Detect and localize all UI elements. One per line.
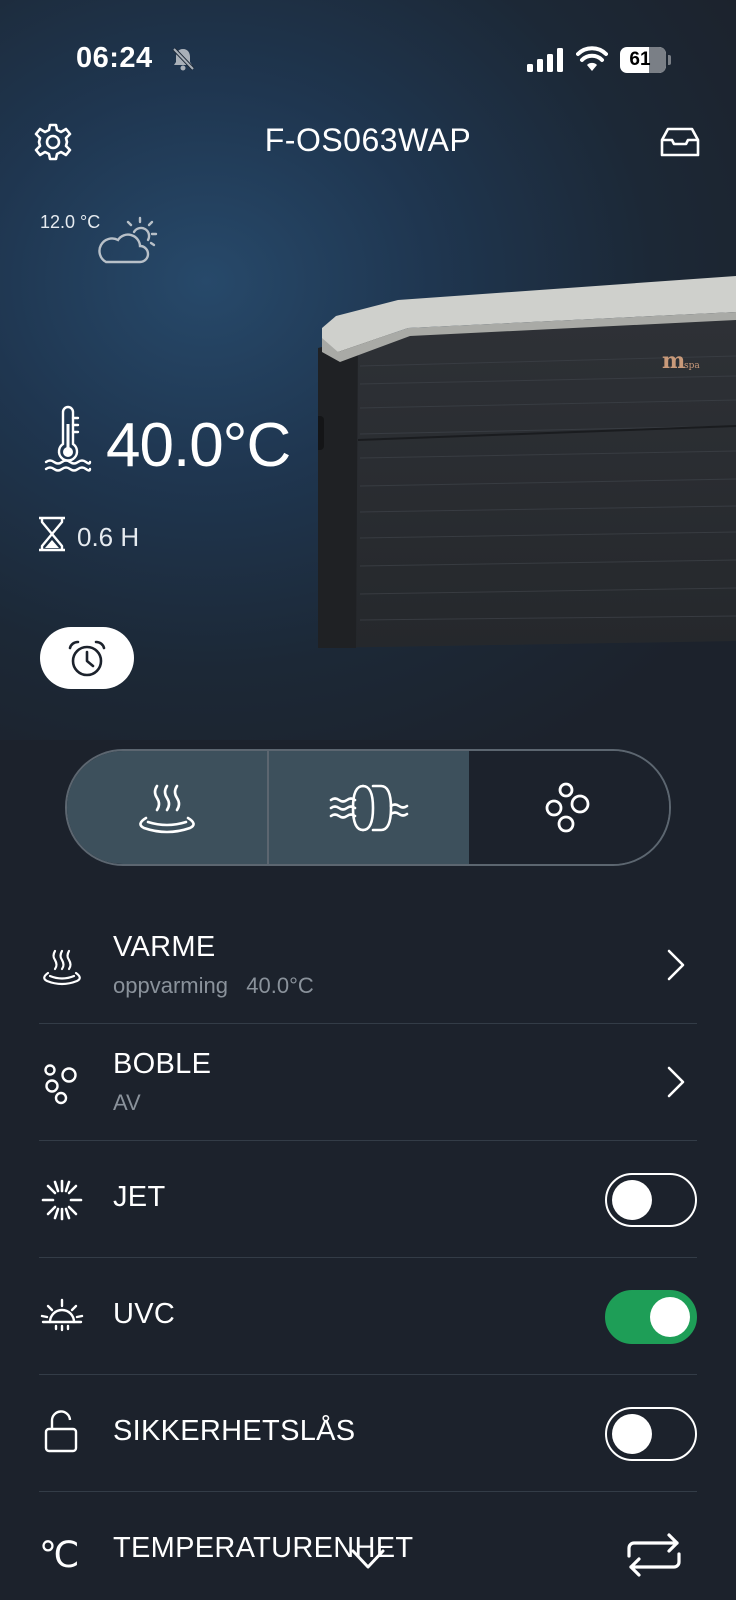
hero-section: 06:24 61 F-OS063WAP 12.0 °C 40.0°C 0.6 H… <box>0 0 736 740</box>
heat-icon <box>43 949 81 986</box>
lock-toggle[interactable] <box>605 1407 697 1461</box>
swap-units-icon[interactable] <box>621 1532 687 1578</box>
mode-bubble-button[interactable] <box>469 751 669 864</box>
list-item-lock: SIKKERHETSLÅS <box>39 1375 697 1492</box>
current-temperature: 40.0°C <box>106 411 291 480</box>
heat-icon <box>139 784 195 833</box>
list-item-jet: JET <box>39 1141 697 1258</box>
svg-text:spa: spa <box>684 361 700 371</box>
heat-label: VARME <box>113 931 216 963</box>
weather-temperature: 12.0 °C <box>40 212 101 232</box>
device-title: F-OS063WAP <box>264 122 472 158</box>
bubble-label: BOBLE <box>113 1048 212 1080</box>
chevron-right-icon[interactable] <box>665 1064 687 1100</box>
bubble-icon <box>44 1064 77 1105</box>
mode-selector <box>65 749 671 866</box>
celsius-icon: ℃ <box>39 1534 80 1575</box>
chevron-down-icon[interactable] <box>350 1543 386 1573</box>
jet-label: JET <box>113 1181 166 1213</box>
uvc-toggle[interactable] <box>605 1290 697 1344</box>
signal-icon <box>527 48 563 72</box>
mode-filter-button[interactable] <box>267 751 469 864</box>
settings-gear-icon[interactable] <box>33 122 73 162</box>
bell-off-icon <box>172 47 195 71</box>
list-item-uvc: UVC <box>39 1258 697 1375</box>
uvc-label: UVC <box>113 1298 176 1330</box>
battery-indicator: 61 <box>620 47 671 73</box>
time-remaining: 0.6 H <box>77 522 140 552</box>
filter-icon <box>329 784 409 831</box>
list-item-bubble[interactable]: BOBLE AV <box>39 1024 697 1141</box>
jet-icon <box>41 1179 83 1221</box>
water-thermometer-icon <box>44 405 92 472</box>
spa-device-icon[interactable] <box>660 126 700 158</box>
uvc-lamp-icon <box>40 1298 84 1332</box>
status-time: 06:24 <box>76 42 153 74</box>
jet-toggle[interactable] <box>605 1173 697 1227</box>
heat-status: oppvarming 40.0°C <box>113 973 314 998</box>
lock-label: SIKKERHETSLÅS <box>113 1415 356 1447</box>
mode-heat-button[interactable] <box>67 751 267 864</box>
bubble-icon <box>545 782 590 832</box>
unlock-icon <box>44 1410 78 1453</box>
spa-product-image: m spa <box>318 276 736 648</box>
svg-text:m: m <box>662 348 685 374</box>
partly-cloudy-icon <box>98 216 158 264</box>
wifi-icon <box>576 46 608 71</box>
list-item-heat[interactable]: VARME oppvarming 40.0°C <box>39 907 697 1024</box>
alarm-clock-icon <box>68 640 106 677</box>
timer-button[interactable] <box>40 627 134 689</box>
bubble-status: AV <box>113 1090 141 1115</box>
hourglass-icon <box>39 516 65 552</box>
chevron-right-icon[interactable] <box>665 947 687 983</box>
